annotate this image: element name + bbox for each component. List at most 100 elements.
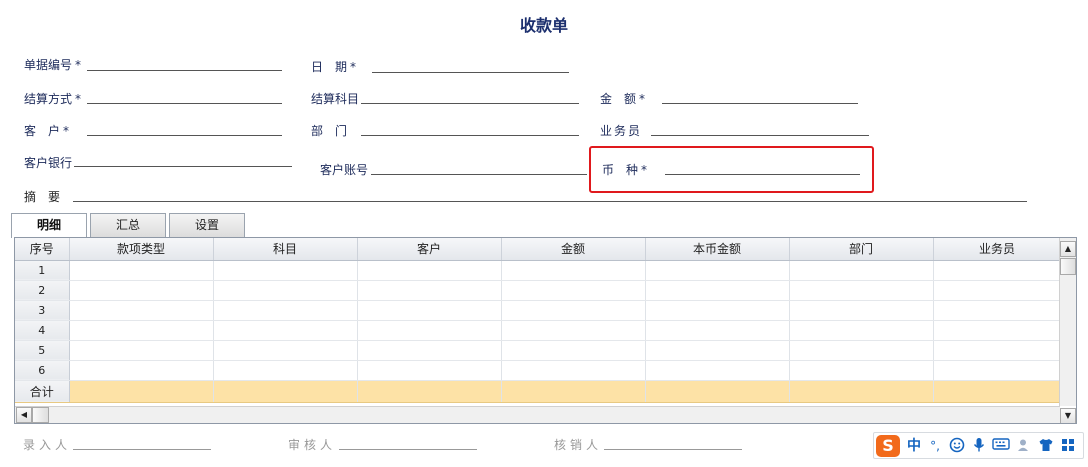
ime-mode-toggle[interactable]: 中 [905,437,923,455]
toolbox-grid-icon[interactable] [1059,437,1077,455]
grid-cell[interactable] [645,260,790,281]
col-local-amount-header[interactable]: 本币金额 [645,238,790,261]
grid-cell[interactable] [69,260,214,281]
scroll-up-icon[interactable]: ▲ [1060,241,1076,257]
amount-field[interactable] [662,103,858,104]
vertical-scrollbar[interactable]: ▲ [1059,238,1076,406]
grid-cell[interactable] [501,340,646,361]
table-row[interactable]: 5 [15,340,1062,361]
grid-cell[interactable] [213,320,358,341]
grid-cell[interactable] [645,320,790,341]
grid-cell[interactable] [69,280,214,301]
ime-punctuation-toggle[interactable]: °, [926,437,944,455]
grid-cell[interactable] [645,360,790,381]
col-payment-type-header[interactable]: 款项类型 [69,238,214,261]
verified-by-field[interactable] [604,449,742,450]
grid-cell[interactable] [501,360,646,381]
entered-by-field[interactable] [73,449,211,450]
vertical-scroll-thumb[interactable] [1060,258,1076,275]
grid-cell[interactable] [789,280,934,301]
total-cell [789,380,934,403]
grid-cell[interactable] [357,360,502,381]
table-row[interactable]: 1 [15,260,1062,281]
grid-cell[interactable] [933,300,1062,321]
table-row[interactable]: 4 [15,320,1062,341]
col-customer-header[interactable]: 客户 [357,238,502,261]
reviewed-by-label: 审核人 [288,438,337,452]
date-label: 日 期 * [311,60,357,74]
grid-cell[interactable] [789,360,934,381]
horizontal-scroll-thumb[interactable] [32,407,49,423]
grid-cell[interactable] [213,360,358,381]
table-row[interactable]: 2 [15,280,1062,301]
grid-cell[interactable] [69,320,214,341]
tab-detail[interactable]: 明细 [11,213,87,238]
sogou-logo-icon[interactable]: S [876,435,900,457]
currency-field[interactable] [665,174,860,175]
doc-no-field[interactable] [87,70,282,71]
salesman-field[interactable] [651,135,869,136]
settle-method-label: 结算方式 * [24,92,82,106]
settle-account-field[interactable] [361,103,579,104]
user-icon[interactable] [1015,437,1033,455]
grid-cell[interactable] [933,320,1062,341]
summary-field[interactable] [73,201,1027,202]
grid-cell[interactable] [213,260,358,281]
total-cell [933,380,1062,403]
horizontal-scrollbar[interactable]: ◀ [15,406,1060,423]
currency-label: 币 种 * [602,163,648,177]
grid-cell[interactable] [357,300,502,321]
grid-cell[interactable] [789,340,934,361]
table-row[interactable]: 6 [15,360,1062,381]
grid-cell[interactable] [357,320,502,341]
customer-account-field[interactable] [371,174,587,175]
col-department-header[interactable]: 部门 [789,238,934,261]
col-index-header[interactable]: 序号 [15,238,70,261]
total-cell [501,380,646,403]
scroll-left-icon[interactable]: ◀ [16,407,32,423]
date-field[interactable] [372,72,569,73]
emoji-icon[interactable] [948,437,966,455]
col-salesman-header[interactable]: 业务员 [933,238,1062,261]
grid-cell[interactable] [501,280,646,301]
grid-cell[interactable] [933,340,1062,361]
grid-cell[interactable] [933,260,1062,281]
table-row[interactable]: 3 [15,300,1062,321]
grid-cell[interactable] [645,280,790,301]
grid-cell[interactable] [933,360,1062,381]
col-account-header[interactable]: 科目 [213,238,358,261]
grid-cell[interactable] [501,320,646,341]
grid-cell[interactable] [501,260,646,281]
ime-toolbar: S 中 °, [873,432,1084,459]
grid-cell[interactable] [645,300,790,321]
grid-cell[interactable] [789,300,934,321]
tab-settings[interactable]: 设置 [169,213,245,237]
scroll-down-icon[interactable]: ▼ [1060,408,1076,423]
total-cell [357,380,502,403]
grid-cell[interactable] [357,340,502,361]
microphone-icon[interactable] [970,437,988,455]
grid-cell[interactable] [69,360,214,381]
grid-cell[interactable] [213,300,358,321]
reviewed-by-field[interactable] [339,449,477,450]
grid-cell[interactable] [69,340,214,361]
total-row: 合计 [15,380,1062,403]
grid-cell[interactable] [645,340,790,361]
settle-method-field[interactable] [87,103,282,104]
grid-cell[interactable] [789,320,934,341]
grid-cell[interactable] [213,340,358,361]
grid-cell[interactable] [357,280,502,301]
skin-shirt-icon[interactable] [1037,437,1055,455]
grid-cell[interactable] [357,260,502,281]
grid-cell[interactable] [933,280,1062,301]
customer-bank-field[interactable] [74,166,292,167]
keyboard-icon[interactable] [992,437,1010,455]
department-field[interactable] [361,135,579,136]
col-amount-header[interactable]: 金额 [501,238,646,261]
grid-cell[interactable] [789,260,934,281]
grid-cell[interactable] [501,300,646,321]
grid-cell[interactable] [69,300,214,321]
grid-cell[interactable] [213,280,358,301]
customer-field[interactable] [87,135,282,136]
tab-summary[interactable]: 汇总 [90,213,166,237]
